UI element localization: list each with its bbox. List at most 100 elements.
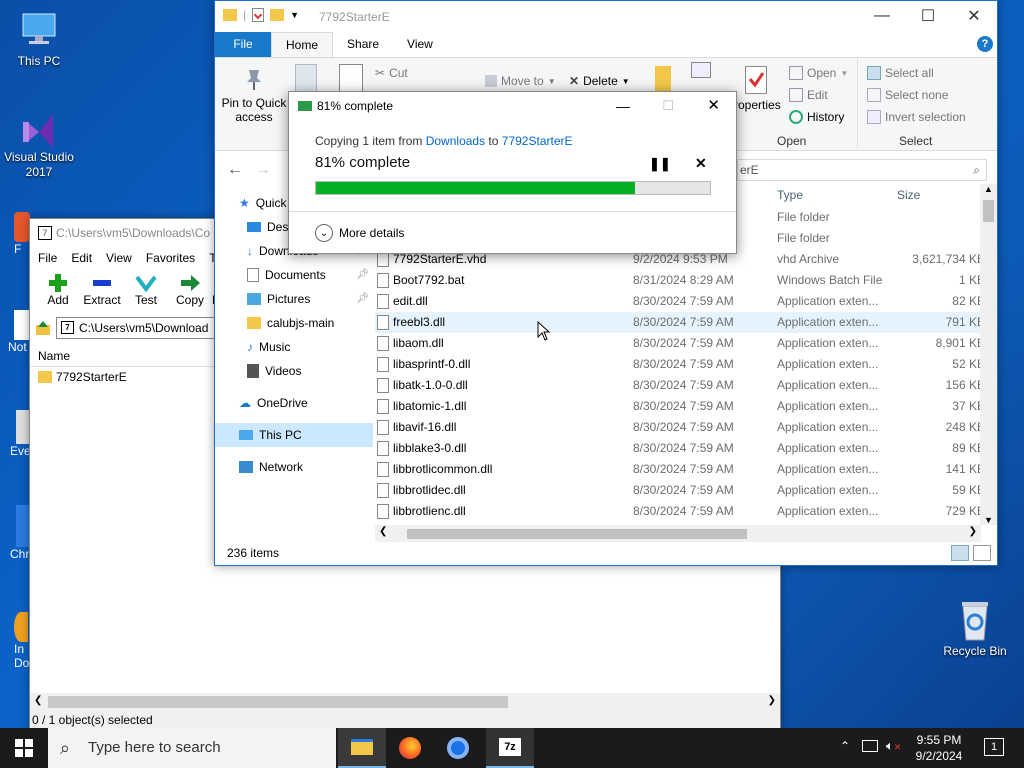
close-button[interactable]: ✕ — [707, 92, 720, 120]
partial-desktop-icon-not[interactable]: Not — [8, 310, 30, 354]
maximize-button[interactable]: ☐ — [662, 92, 674, 120]
menu-favorites[interactable]: Favorites — [146, 251, 195, 265]
cancel-button[interactable]: ✕ — [695, 155, 707, 172]
menu-view[interactable]: View — [106, 251, 132, 265]
source-link[interactable]: Downloads — [426, 134, 485, 148]
nav-item-calubjs-main[interactable]: calubjs-main — [215, 311, 373, 335]
customize-qat-icon[interactable]: ▼ — [290, 10, 299, 20]
tab-home[interactable]: Home — [271, 32, 334, 57]
table-row[interactable]: libblake3-0.dll 8/30/2024 7:59 AM Applicat… — [375, 438, 985, 459]
menu-file[interactable]: File — [38, 251, 57, 265]
more-details-button[interactable]: ⌄ More details — [315, 224, 404, 242]
menu-edit[interactable]: Edit — [71, 251, 92, 265]
destination-link[interactable]: 7792StarterE — [502, 134, 573, 148]
desktop-icon-this-pc[interactable]: This PC — [1, 10, 77, 69]
delete-button[interactable]: ✕ Delete ▼ — [569, 74, 630, 88]
select-all-button[interactable]: Select all — [867, 66, 934, 80]
vertical-scrollbar[interactable]: ▲ ▼ — [980, 184, 997, 525]
large-icons-view-icon[interactable] — [973, 545, 991, 561]
scroll-up-icon[interactable]: ▲ — [984, 184, 993, 194]
taskbar-file-explorer[interactable] — [338, 728, 386, 768]
cut-button[interactable]: ✂ Cut — [375, 66, 408, 80]
column-type[interactable]: Type — [777, 183, 803, 207]
scroll-down-icon[interactable]: ▼ — [984, 515, 993, 525]
table-row[interactable]: libbrotlicommon.dll 8/30/2024 7:59 AM Appl… — [375, 459, 985, 480]
table-row[interactable]: libasprintf-0.dll 8/30/2024 7:59 AM Applic… — [375, 354, 985, 375]
forward-arrow-icon[interactable]: → — [255, 161, 271, 179]
taskbar-chrome[interactable] — [434, 728, 482, 768]
table-row[interactable]: libaom.dll 8/30/2024 7:59 AM Application e… — [375, 333, 985, 354]
properties-icon[interactable] — [252, 8, 265, 22]
table-row[interactable]: libbrotlienc.dll 8/30/2024 7:59 AM Applica… — [375, 501, 985, 522]
invert-selection-button[interactable]: Invert selection — [867, 110, 966, 124]
nav-item-this-pc[interactable]: This PC — [215, 423, 373, 447]
test-button[interactable]: Test — [124, 269, 168, 315]
list-item-label: 7792StarterE — [56, 370, 127, 384]
scroll-thumb[interactable] — [407, 529, 747, 539]
taskbar-clock[interactable]: 9:55 PM 9/2/2024 — [904, 732, 974, 764]
desktop-icon-recycle-bin[interactable]: Recycle Bin — [937, 600, 1013, 659]
table-row[interactable]: Boot7792.bat 8/31/2024 8:29 AM Windows Bat… — [375, 270, 985, 291]
explorer-titlebar[interactable]: | ▼ 7792StarterE — ☐ ✕ — [215, 1, 997, 32]
notification-button[interactable]: 1 — [984, 738, 1004, 756]
taskbar-firefox[interactable] — [386, 728, 434, 768]
up-folder-icon[interactable] — [34, 319, 52, 337]
new-folder-icon[interactable] — [655, 66, 671, 92]
open-button[interactable]: Open ▼ — [789, 66, 848, 80]
select-none-button[interactable]: Select none — [867, 88, 948, 102]
properties-label[interactable]: roperties — [734, 98, 781, 112]
table-row[interactable]: libavif-16.dll 8/30/2024 7:59 AM Applicati… — [375, 417, 985, 438]
extract-button[interactable]: Extract — [80, 269, 124, 315]
table-row[interactable]: libbrotlidec.dll 8/30/2024 7:59 AM Applica… — [375, 480, 985, 501]
back-arrow-icon[interactable]: ← — [227, 161, 243, 179]
minimize-button[interactable]: — — [859, 1, 905, 31]
table-row[interactable]: libatomic-1.dll 8/30/2024 7:59 AM Applicat… — [375, 396, 985, 417]
taskbar-7zip[interactable]: 7z — [486, 728, 534, 768]
tab-view[interactable]: View — [393, 32, 447, 57]
dialog-titlebar[interactable]: 81% complete — ☐ ✕ — [289, 92, 736, 120]
pause-button[interactable]: ❚❚ — [649, 156, 671, 172]
column-size[interactable]: Size — [897, 183, 920, 207]
history-button[interactable]: History — [789, 110, 844, 124]
horizontal-scrollbar[interactable]: ❮ ❯ — [375, 525, 981, 542]
maximize-button[interactable]: ☐ — [905, 1, 951, 31]
taskbar-search[interactable]: ⌕ Type here to search — [48, 728, 336, 768]
scroll-right-icon[interactable]: ❯ — [768, 695, 776, 706]
table-row[interactable]: libatk-1.0-0.dll 8/30/2024 7:59 AM Applica… — [375, 375, 985, 396]
7zip-horizontal-scrollbar[interactable]: ❮ ❯ — [30, 693, 780, 711]
tab-share[interactable]: Share — [333, 32, 393, 57]
properties-icon[interactable] — [745, 66, 767, 94]
nav-item-documents[interactable]: Documents 📌︎ — [215, 263, 373, 287]
start-button[interactable] — [0, 728, 48, 768]
scroll-left-icon[interactable]: ❮ — [34, 695, 42, 706]
scroll-thumb[interactable] — [983, 200, 994, 222]
chevron-up-icon[interactable]: ⌃ — [840, 739, 850, 753]
nav-item-music[interactable]: ♪ Music — [215, 335, 373, 359]
new-item-icon[interactable] — [691, 62, 711, 78]
copy-button[interactable]: Copy — [168, 269, 212, 315]
tab-file[interactable]: File — [215, 32, 271, 57]
scroll-left-icon[interactable]: ❮ — [379, 526, 387, 537]
nav-item-onedrive[interactable]: ☁ OneDrive — [215, 391, 373, 415]
scroll-thumb[interactable] — [48, 696, 508, 708]
details-view-icon[interactable] — [951, 545, 969, 561]
table-row[interactable]: edit.dll 8/30/2024 7:59 AM Application ext… — [375, 291, 985, 312]
nav-item-videos[interactable]: Videos — [215, 359, 373, 383]
help-icon[interactable]: ? — [977, 36, 993, 52]
search-input[interactable]: erE ⌕ — [737, 159, 987, 181]
scroll-right-icon[interactable]: ❯ — [969, 526, 977, 537]
partial-desktop-icon-f[interactable]: F — [14, 212, 30, 272]
edit-button[interactable]: Edit — [789, 88, 828, 102]
nav-item-network[interactable]: Network — [215, 455, 373, 479]
minimize-button[interactable]: — — [616, 92, 630, 120]
pin-quick-access-button[interactable]: Pin to Quick access — [221, 66, 287, 124]
new-folder-icon[interactable] — [270, 9, 285, 21]
table-row[interactable]: freebl3.dll 8/30/2024 7:59 AM Application … — [375, 312, 985, 333]
nav-item-pictures[interactable]: Pictures 📌︎ — [215, 287, 373, 311]
volume-muted-icon[interactable]: 🔈︎✕ — [886, 738, 901, 754]
add-button[interactable]: Add — [36, 269, 80, 315]
network-icon[interactable] — [862, 740, 878, 752]
move-to-button[interactable]: Move to ▼ — [485, 74, 556, 88]
close-button[interactable]: ✕ — [951, 1, 997, 31]
desktop-icon-visual-studio[interactable]: Visual Studio 2017 — [1, 108, 77, 180]
